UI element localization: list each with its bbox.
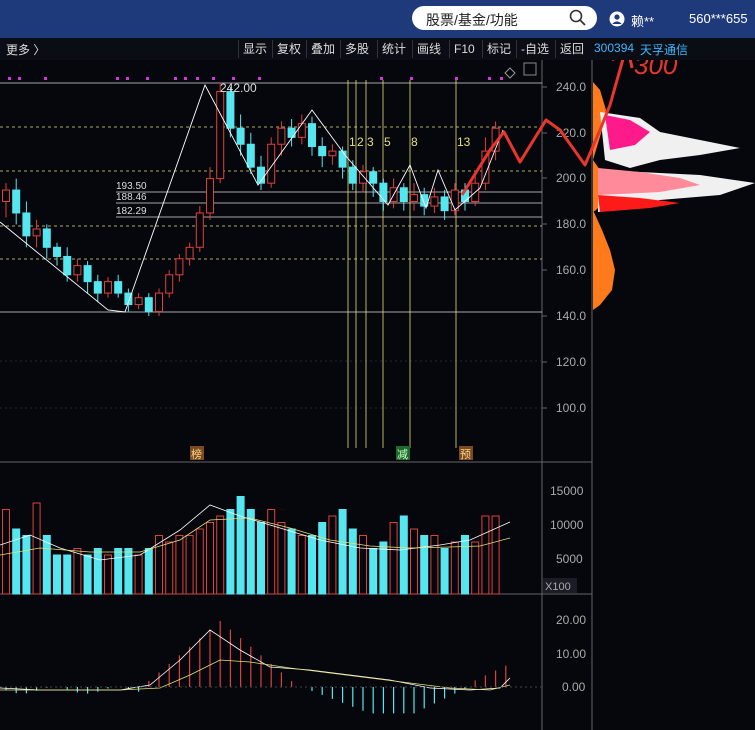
volume-bar [308, 535, 316, 595]
volume-bar [195, 528, 204, 595]
wave-label-8: 8 [411, 135, 418, 149]
volume-axis: 15000 10000 5000 [550, 484, 584, 566]
volume-bar [267, 509, 276, 595]
volume-bar [450, 541, 459, 595]
volume-bar [257, 522, 265, 595]
overlay-button[interactable]: 叠加 [306, 40, 335, 58]
draw-line-button[interactable]: 画线 [412, 40, 441, 58]
volume-bar [73, 548, 82, 595]
f10-button[interactable]: F10 [449, 40, 475, 58]
volume-bar [440, 548, 449, 595]
volume-bar [471, 541, 480, 595]
volume-bar [104, 554, 112, 595]
search-icon[interactable] [569, 9, 587, 27]
adjust-button[interactable]: 复权 [272, 40, 301, 58]
volume-bar [236, 496, 245, 595]
volume-bar [206, 522, 214, 595]
level-label-1: 193.50 [116, 181, 147, 192]
svg-text:15000: 15000 [550, 484, 584, 498]
volume-bar [481, 515, 490, 595]
volume-bar [114, 548, 123, 595]
volume-bar [246, 509, 255, 595]
watchlist-button[interactable]: -自选 [516, 40, 549, 58]
candle [155, 288, 163, 316]
volume-bar [328, 515, 337, 595]
volume-bar [124, 548, 133, 595]
top-bar: 股票/基金/功能 赖** 560***655 [0, 0, 755, 38]
volume-bar [83, 554, 92, 595]
volume-bar [410, 528, 418, 595]
svg-text:160.0: 160.0 [556, 263, 586, 277]
svg-text:140.0: 140.0 [556, 309, 586, 323]
svg-text:100.0: 100.0 [556, 401, 586, 415]
search-input[interactable]: 股票/基金/功能 [426, 10, 518, 30]
volume-bar [134, 554, 143, 595]
wave-label-3: 3 [367, 135, 374, 149]
volume-unit: X100 [545, 581, 571, 593]
volume-bar [277, 522, 286, 595]
stock-code: 300394 [594, 41, 635, 55]
marker-bang[interactable]: 榜 [191, 447, 202, 461]
high-price-label: 242.00 [220, 81, 257, 95]
mark-button[interactable]: 标记 [482, 40, 511, 58]
svg-text:200.0: 200.0 [556, 171, 586, 185]
user-icon[interactable] [609, 11, 625, 27]
volume-bar [42, 535, 51, 595]
level-label-2: 188.46 [116, 192, 147, 203]
level-label-3: 182.29 [116, 206, 147, 217]
svg-text:5000: 5000 [556, 552, 583, 566]
more-button[interactable]: 更多 〉 [6, 41, 45, 58]
volume-bar [165, 541, 174, 595]
wave-label-1: 1 [349, 135, 356, 149]
svg-text:120.0: 120.0 [556, 355, 586, 369]
search-box[interactable]: 股票/基金/功能 [412, 6, 597, 30]
volume-bar [297, 535, 306, 595]
user-id: 560***655 [689, 11, 748, 26]
volume-bar [175, 535, 184, 595]
marker-reduce[interactable]: 减 [397, 448, 408, 461]
volume-bar [379, 541, 388, 595]
svg-text:20.00: 20.00 [556, 613, 586, 627]
handwritten-text: 300 [634, 60, 678, 80]
candle [165, 270, 174, 298]
volume-bar [287, 528, 296, 595]
volume-bar [53, 554, 61, 595]
marker-forecast[interactable]: 预 [460, 448, 471, 461]
volume-bar [144, 548, 153, 595]
candle [216, 82, 225, 184]
volume-bar [22, 535, 31, 595]
volume-bar [338, 509, 347, 595]
multi-stock-button[interactable]: 多股 [340, 40, 369, 58]
wave-label-5: 5 [384, 135, 391, 149]
volume-bar [185, 535, 194, 595]
chart-toolbar: 更多 〉 显示 复权 叠加 多股 统计 画线 F10 标记 -自选 返回 300… [0, 38, 755, 61]
volume-bar [63, 554, 72, 595]
stock-name: 天孚通信 [640, 43, 689, 57]
volume-bar [389, 522, 398, 595]
volume-bar [399, 515, 408, 595]
user-name[interactable]: 赖** [631, 11, 654, 30]
wave-label-13: 13 [457, 135, 471, 149]
svg-text:240.0: 240.0 [556, 80, 586, 94]
svg-text:0.00: 0.00 [562, 680, 586, 694]
statistics-button[interactable]: 统计 [377, 40, 406, 58]
volume-bar [226, 509, 235, 595]
display-button[interactable]: 显示 [238, 40, 267, 58]
svg-text:10.00: 10.00 [556, 647, 586, 661]
volume-bar [461, 535, 469, 595]
volume-bar [348, 528, 357, 595]
volume-bar [2, 509, 10, 595]
volume-bar [420, 535, 429, 595]
volume-bar [430, 535, 439, 595]
candle [195, 206, 204, 252]
volume-bar [216, 515, 225, 595]
wave-label-2: 2 [357, 135, 364, 149]
back-button[interactable]: 返回 [555, 40, 584, 58]
svg-text:10000: 10000 [550, 518, 584, 532]
volume-bar [318, 522, 327, 595]
svg-text:180.0: 180.0 [556, 217, 586, 231]
kline-chart[interactable]: 242.00 193.50 188.46 182.29 1 2 3 5 8 13… [0, 60, 755, 730]
volume-bar [369, 548, 378, 595]
volume-bar [93, 548, 102, 595]
